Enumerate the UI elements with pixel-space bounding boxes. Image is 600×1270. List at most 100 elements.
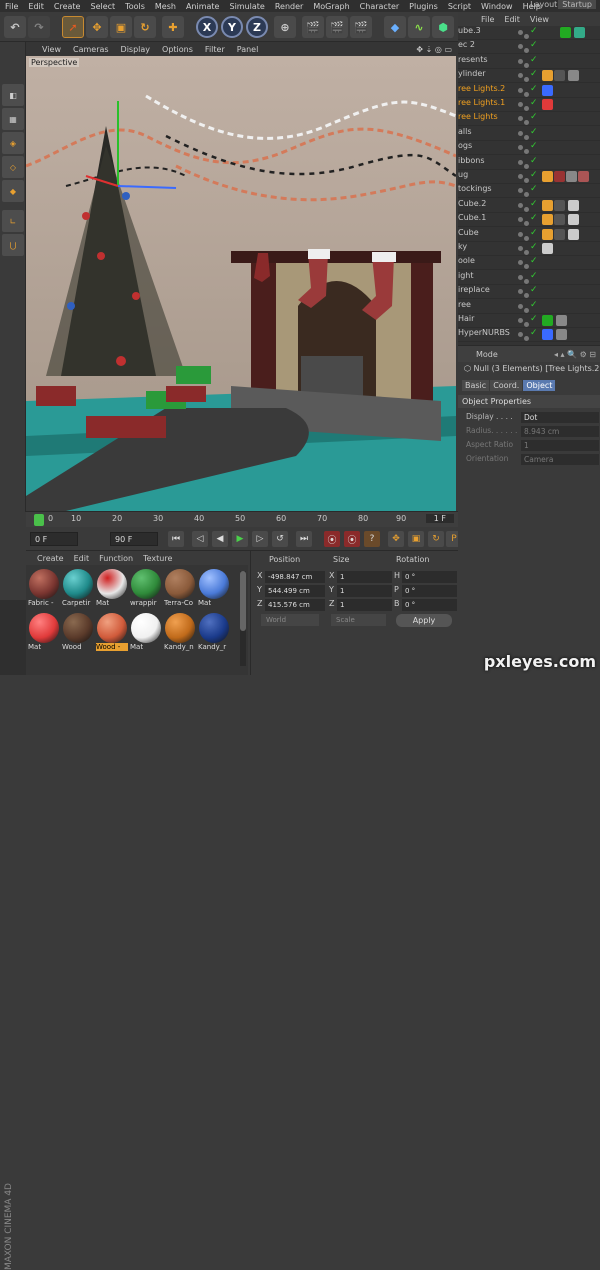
material-swatch[interactable]: Wood [62, 613, 94, 655]
viewport-menu-filter[interactable]: Filter [199, 45, 231, 54]
material-swatch[interactable]: Kandy_r [198, 613, 230, 655]
object-tag-icon[interactable] [568, 199, 579, 211]
visibility-dot[interactable] [524, 134, 529, 140]
object-tag-icon[interactable] [578, 171, 589, 182]
object-menu-edit[interactable]: Edit [499, 15, 525, 24]
enabled-check-icon[interactable]: ✓ [530, 285, 538, 295]
viewport-menu-options[interactable]: Options [156, 45, 199, 54]
live-selection-button[interactable]: ➚ [62, 16, 84, 38]
viewport-menu-view[interactable]: View [36, 45, 67, 54]
enabled-check-icon[interactable]: ✓ [530, 84, 538, 94]
object-tag-icon[interactable] [556, 315, 567, 326]
nav-icons[interactable]: ◂ ▴ 🔍 ⚙ ⊟ [554, 350, 596, 359]
object-tag-icon[interactable] [568, 70, 579, 82]
object-row[interactable]: ight ✓ [458, 271, 600, 285]
visibility-dot[interactable] [524, 91, 529, 97]
visibility-dot[interactable] [524, 178, 529, 183]
object-menu-file[interactable]: File [476, 15, 499, 24]
visibility-dot[interactable] [518, 87, 523, 93]
object-row[interactable]: resents ✓ [458, 55, 600, 69]
visibility-dot[interactable] [518, 44, 523, 50]
y-axis-toggle[interactable]: Y [221, 16, 243, 38]
object-tag-icon[interactable] [556, 329, 567, 341]
go-to-start-button[interactable]: ⏮ [168, 531, 184, 547]
visibility-dot[interactable] [524, 163, 529, 169]
visibility-dot[interactable] [524, 34, 529, 39]
visibility-dot[interactable] [524, 48, 529, 54]
enabled-check-icon[interactable]: ✓ [530, 300, 538, 310]
visibility-dot[interactable] [524, 293, 529, 299]
render-view-button[interactable]: 🎬 [302, 16, 324, 38]
enabled-check-icon[interactable]: ✓ [530, 170, 538, 180]
enabled-check-icon[interactable]: ✓ [530, 69, 538, 79]
visibility-dot[interactable] [518, 303, 523, 309]
object-row[interactable]: alls ✓ [458, 127, 600, 141]
move-key-button[interactable]: ✥ [388, 531, 404, 547]
display-select[interactable]: Dot [521, 412, 599, 423]
object-tag-icon[interactable] [542, 70, 553, 82]
enabled-check-icon[interactable]: ✓ [530, 199, 538, 209]
size-y-field[interactable]: 1 [337, 585, 392, 597]
visibility-dot[interactable] [524, 62, 529, 68]
material-scrollbar[interactable] [240, 571, 246, 666]
object-row[interactable]: Hair ✓ [458, 314, 600, 328]
go-to-end-button[interactable]: ⏭ [296, 531, 312, 547]
visibility-dot[interactable] [524, 264, 529, 270]
enabled-check-icon[interactable]: ✓ [530, 112, 538, 122]
enabled-check-icon[interactable]: ✓ [530, 40, 538, 50]
viewport-nav-icons[interactable]: ✥ ⇣ ◎ ▭ [416, 45, 452, 54]
visibility-dot[interactable] [518, 174, 523, 179]
material-swatch[interactable]: Mat [28, 613, 60, 655]
material-swatch[interactable]: Mat [130, 613, 162, 655]
visibility-dot[interactable] [518, 73, 523, 79]
model-mode-button[interactable]: ◧ [2, 84, 24, 106]
material-swatch[interactable]: Mat [198, 569, 230, 611]
menu-select[interactable]: Select [85, 2, 120, 11]
material-swatch[interactable]: Mat [96, 569, 128, 611]
enabled-check-icon[interactable]: ✓ [530, 242, 538, 252]
rotation-b-field[interactable]: 0 ° [402, 599, 457, 611]
enabled-check-icon[interactable]: ✓ [530, 328, 538, 338]
position-y-field[interactable]: 544.499 cm [265, 585, 325, 597]
menu-edit[interactable]: Edit [23, 2, 49, 11]
enabled-check-icon[interactable]: ✓ [530, 26, 538, 36]
object-row[interactable]: Cube ✓ [458, 228, 600, 242]
object-tag-icon[interactable] [542, 329, 553, 341]
playhead-marker[interactable] [34, 514, 44, 526]
object-tag-icon[interactable] [542, 84, 553, 96]
visibility-dot[interactable] [518, 130, 523, 136]
layout-selector[interactable]: Startup [558, 0, 596, 9]
polygons-mode-button[interactable]: ◆ [2, 180, 24, 202]
object-row[interactable]: ree Lights ✓ [458, 112, 600, 127]
material-menu-function[interactable]: Function [94, 554, 138, 563]
material-swatch[interactable]: Fabric - [28, 569, 60, 611]
coordinate-mode-select[interactable]: World [261, 614, 319, 626]
visibility-dot[interactable] [518, 246, 523, 251]
scale-key-button[interactable]: ▣ [408, 531, 424, 547]
visibility-dot[interactable] [524, 235, 529, 241]
enabled-check-icon[interactable]: ✓ [530, 55, 538, 65]
object-tag-icon[interactable] [554, 199, 565, 211]
object-row[interactable]: ree Lights.1 ✓ [458, 98, 600, 112]
rotate-tool-button[interactable]: ↻ [134, 16, 156, 38]
visibility-dot[interactable] [524, 120, 529, 126]
menu-script[interactable]: Script [443, 2, 476, 11]
visibility-dot[interactable] [518, 318, 523, 323]
x-axis-toggle[interactable]: X [196, 16, 218, 38]
object-row[interactable]: HyperNURBS ✓ [458, 328, 600, 343]
enabled-check-icon[interactable]: ✓ [530, 213, 538, 223]
object-tag-icon[interactable] [542, 214, 553, 226]
visibility-dot[interactable] [518, 58, 523, 64]
enabled-check-icon[interactable]: ✓ [530, 314, 538, 324]
start-frame-field[interactable]: 0 F [30, 532, 78, 546]
size-z-field[interactable]: 1 [337, 599, 392, 611]
visibility-dot[interactable] [518, 116, 523, 122]
visibility-dot[interactable] [518, 102, 523, 107]
menu-character[interactable]: Character [355, 2, 405, 11]
texture-mode-button[interactable]: ▦ [2, 108, 24, 130]
undo-button[interactable]: ↶ [4, 16, 26, 38]
scale-tool-button[interactable]: ▣ [110, 16, 132, 38]
add-spline-button[interactable]: ∿ [408, 16, 430, 38]
3d-viewport[interactable]: Perspective [26, 56, 456, 511]
rotation-p-field[interactable]: 0 ° [402, 585, 457, 597]
